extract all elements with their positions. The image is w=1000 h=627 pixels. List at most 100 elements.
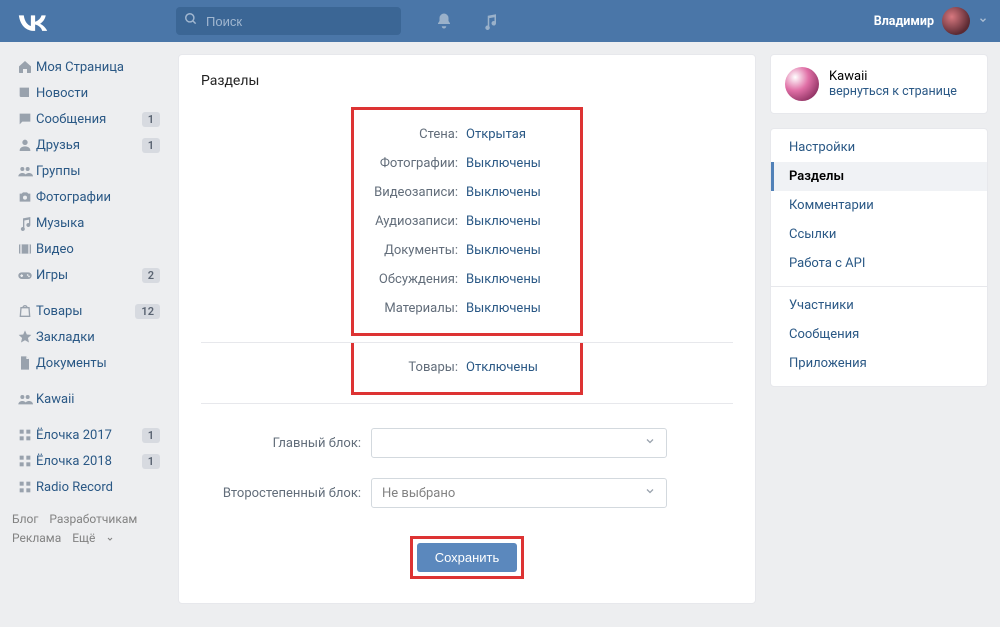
main-block-label: Главный блок: xyxy=(201,436,371,451)
user-menu[interactable]: Владимир xyxy=(874,7,988,35)
setting-label: Фотографии: xyxy=(354,156,466,171)
back-to-page-link[interactable]: вернуться к странице xyxy=(829,84,957,99)
nav-label: Закладки xyxy=(36,330,160,345)
nav-label: Фотографии xyxy=(36,190,160,205)
nav-label: Музыка xyxy=(36,216,160,231)
main-panel: Разделы Стена:ОткрытаяФотографии:Выключе… xyxy=(178,54,756,604)
nav-item-Фотографии[interactable]: Фотографии xyxy=(12,184,164,210)
setting-label: Видеозаписи: xyxy=(354,185,466,200)
highlight-box-2: Товары:Отключены xyxy=(351,343,583,395)
setting-row: Материалы:Выключены xyxy=(354,294,570,323)
search-input[interactable] xyxy=(206,14,393,29)
docs-icon xyxy=(14,355,36,371)
setting-value[interactable]: Открытая xyxy=(466,127,526,142)
home-icon xyxy=(14,59,36,75)
nav-label: Ёлочка 2018 xyxy=(36,454,142,469)
nav-badge: 12 xyxy=(135,304,160,319)
setting-value[interactable]: Выключены xyxy=(466,272,541,287)
setting-label: Стена: xyxy=(354,127,466,142)
nav-item-Kawaii[interactable]: Kawaii xyxy=(12,386,164,412)
nav-label: Kawaii xyxy=(36,392,160,407)
setting-row: Стена:Открытая xyxy=(354,120,570,149)
nav-item-Товары[interactable]: Товары12 xyxy=(12,298,164,324)
chevron-down-icon xyxy=(644,435,656,451)
vk-logo[interactable] xyxy=(16,11,50,31)
setting-value[interactable]: Выключены xyxy=(466,243,541,258)
nav-item-Группы[interactable]: Группы xyxy=(12,158,164,184)
setting-row: Документы:Выключены xyxy=(354,236,570,265)
search-box[interactable] xyxy=(176,7,401,35)
groups-icon xyxy=(14,391,36,407)
nav-badge: 1 xyxy=(142,138,160,153)
app-icon xyxy=(14,479,36,495)
settings-nav-item[interactable]: Разделы xyxy=(771,162,987,191)
nav-item-Видео[interactable]: Видео xyxy=(12,236,164,262)
nav-item-Друзья[interactable]: Друзья1 xyxy=(12,132,164,158)
save-button[interactable]: Сохранить xyxy=(417,543,518,572)
secondary-block-label: Второстепенный блок: xyxy=(201,486,371,501)
top-bar: Владимир xyxy=(0,0,1000,42)
footer-link[interactable]: Блог xyxy=(12,512,38,526)
setting-row: Обсуждения:Выключены xyxy=(354,265,570,294)
setting-value[interactable]: Выключены xyxy=(466,185,541,200)
settings-nav-item[interactable]: Настройки xyxy=(771,133,987,162)
right-sidebar: Kawaii вернуться к странице НастройкиРаз… xyxy=(770,54,988,604)
main-block-select[interactable] xyxy=(371,428,667,458)
group-avatar[interactable] xyxy=(785,67,819,101)
settings-nav-item[interactable]: Работа с API xyxy=(771,249,987,278)
highlight-box-save: Сохранить xyxy=(410,536,525,579)
setting-value[interactable]: Выключены xyxy=(466,301,541,316)
nav-item-Ёлочка 2018[interactable]: Ёлочка 20181 xyxy=(12,448,164,474)
nav-label: Друзья xyxy=(36,138,142,153)
nav-item-Документы[interactable]: Документы xyxy=(12,350,164,376)
nav-item-Сообщения[interactable]: Сообщения1 xyxy=(12,106,164,132)
nav-badge: 1 xyxy=(142,454,160,469)
setting-label: Товары: xyxy=(354,360,466,375)
nav-item-Новости[interactable]: Новости xyxy=(12,80,164,106)
highlight-box-1: Стена:ОткрытаяФотографии:ВыключеныВидеоз… xyxy=(351,107,583,336)
nav-item-Radio Record[interactable]: Radio Record xyxy=(12,474,164,500)
market-icon xyxy=(14,303,36,319)
nav-item-Закладки[interactable]: Закладки xyxy=(12,324,164,350)
setting-value[interactable]: Отключены xyxy=(466,360,538,375)
settings-nav-item[interactable]: Сообщения xyxy=(771,320,987,349)
footer-link[interactable]: Разработчикам xyxy=(49,512,137,526)
nav-label: Сообщения xyxy=(36,112,142,127)
nav-item-Моя Страница[interactable]: Моя Страница xyxy=(12,54,164,80)
setting-row: Видеозаписи:Выключены xyxy=(354,178,570,207)
setting-value[interactable]: Выключены xyxy=(466,156,541,171)
setting-row: Аудиозаписи:Выключены xyxy=(354,207,570,236)
setting-label: Документы: xyxy=(354,243,466,258)
app-icon xyxy=(14,453,36,469)
nav-label: Ёлочка 2017 xyxy=(36,428,142,443)
music-icon[interactable] xyxy=(481,12,499,30)
games-icon xyxy=(14,267,36,283)
chevron-down-icon xyxy=(978,14,988,29)
setting-row: Фотографии:Выключены xyxy=(354,149,570,178)
setting-value[interactable]: Выключены xyxy=(466,214,541,229)
setting-row: Товары:Отключены xyxy=(354,353,570,382)
footer-link[interactable]: Ещё xyxy=(72,531,114,545)
settings-nav-item[interactable]: Участники xyxy=(771,291,987,320)
footer-links: Блог Разработчикам Реклама Ещё xyxy=(12,510,164,548)
photo-icon xyxy=(14,189,36,205)
app-icon xyxy=(14,427,36,443)
secondary-block-select[interactable]: Не выбрано xyxy=(371,478,667,508)
nav-item-Игры[interactable]: Игры2 xyxy=(12,262,164,288)
settings-nav-item[interactable]: Ссылки xyxy=(771,220,987,249)
settings-nav-item[interactable]: Приложения xyxy=(771,349,987,378)
news-icon xyxy=(14,85,36,101)
notifications-icon[interactable] xyxy=(435,12,453,30)
nav-item-Ёлочка 2017[interactable]: Ёлочка 20171 xyxy=(12,422,164,448)
nav-label: Товары xyxy=(36,304,135,319)
nav-label: Новости xyxy=(36,86,160,101)
msg-icon xyxy=(14,111,36,127)
music-icon xyxy=(14,215,36,231)
video-icon xyxy=(14,241,36,257)
nav-label: Документы xyxy=(36,356,160,371)
footer-link[interactable]: Реклама xyxy=(12,531,61,545)
left-sidebar: Моя СтраницаНовостиСообщения1Друзья1Груп… xyxy=(12,54,164,604)
nav-item-Музыка[interactable]: Музыка xyxy=(12,210,164,236)
nav-label: Игры xyxy=(36,268,142,283)
settings-nav-item[interactable]: Комментарии xyxy=(771,191,987,220)
